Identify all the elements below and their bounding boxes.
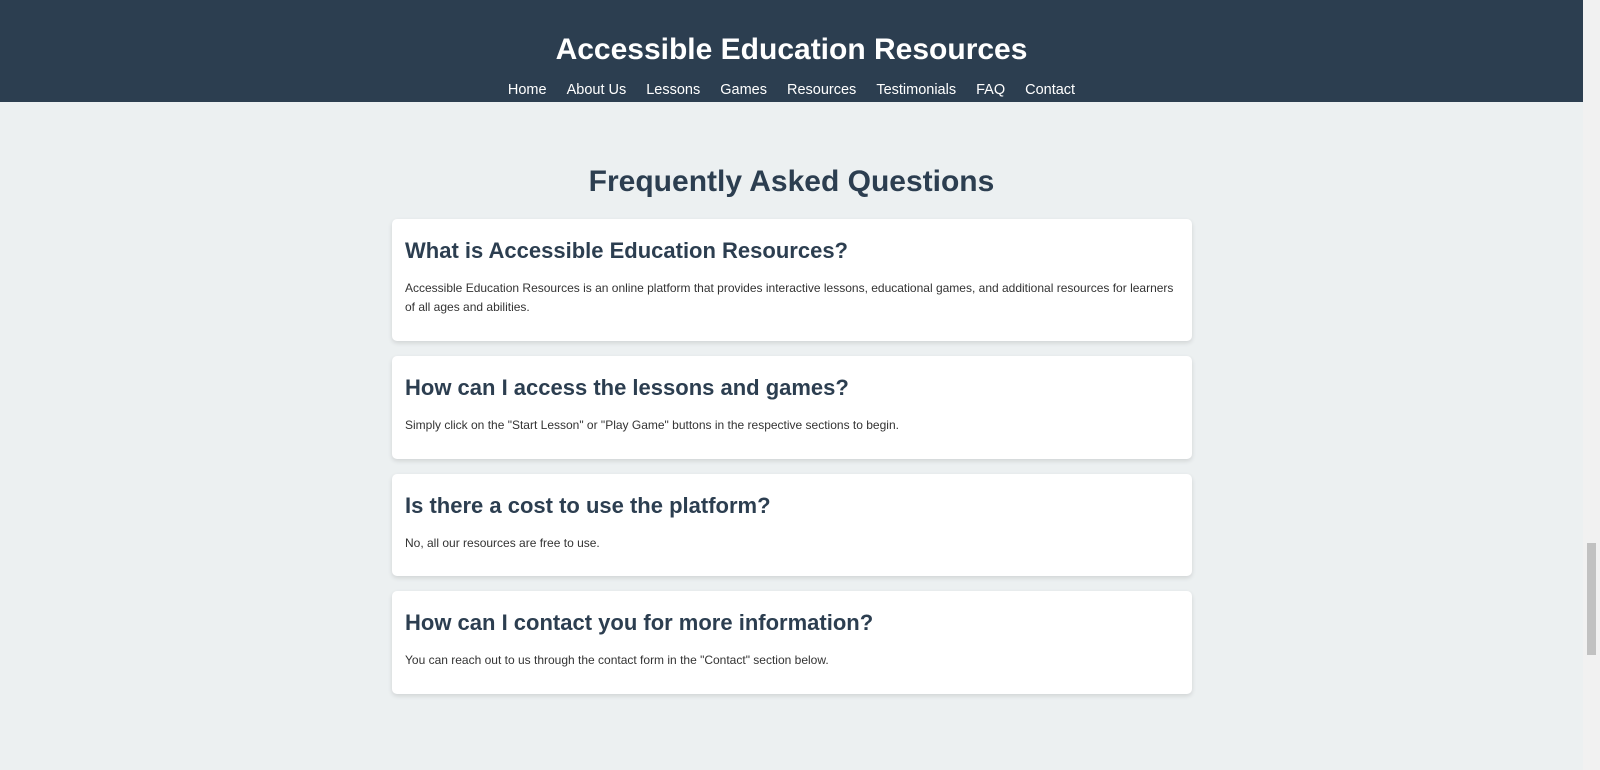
nav-link-home[interactable]: Home [508,80,547,100]
faq-answer: You can reach out to us through the cont… [405,653,829,667]
faq-question: What is Accessible Education Resources? [405,238,848,263]
faq-item: How can I access the lessons and games? … [392,356,1192,459]
page: Accessible Education Resources Home Abou… [0,0,1600,770]
site-header: Accessible Education Resources Home Abou… [0,0,1583,102]
faq-question: Is there a cost to use the platform? [405,493,771,518]
site-title: Accessible Education Resources [555,33,1028,66]
faq-answer: Simply click on the "Start Lesson" or "P… [405,418,899,432]
nav-link-contact[interactable]: Contact [1025,80,1075,100]
nav-link-about-us[interactable]: About Us [567,80,627,100]
vertical-scrollbar[interactable] [1583,0,1600,770]
nav-link-resources[interactable]: Resources [787,80,856,100]
faq-answer: Accessible Education Resources is an onl… [405,281,1174,314]
faq-item: Is there a cost to use the platform? No,… [392,474,1192,576]
faq-answer: No, all our resources are free to use. [405,536,600,550]
nav-link-faq[interactable]: FAQ [976,80,1005,100]
scrollbar-thumb[interactable] [1587,543,1596,655]
nav-link-lessons[interactable]: Lessons [646,80,700,100]
nav-link-games[interactable]: Games [720,80,767,100]
faq-item: How can I contact you for more informati… [392,591,1192,694]
main-nav: Home About Us Lessons Games Resources Te… [0,80,1583,100]
nav-link-testimonials[interactable]: Testimonials [876,80,956,100]
faq-item: What is Accessible Education Resources? … [392,219,1192,341]
faq-question: How can I contact you for more informati… [405,610,874,635]
faq-question: How can I access the lessons and games? [405,375,849,400]
faq-title: Frequently Asked Questions [588,165,995,198]
